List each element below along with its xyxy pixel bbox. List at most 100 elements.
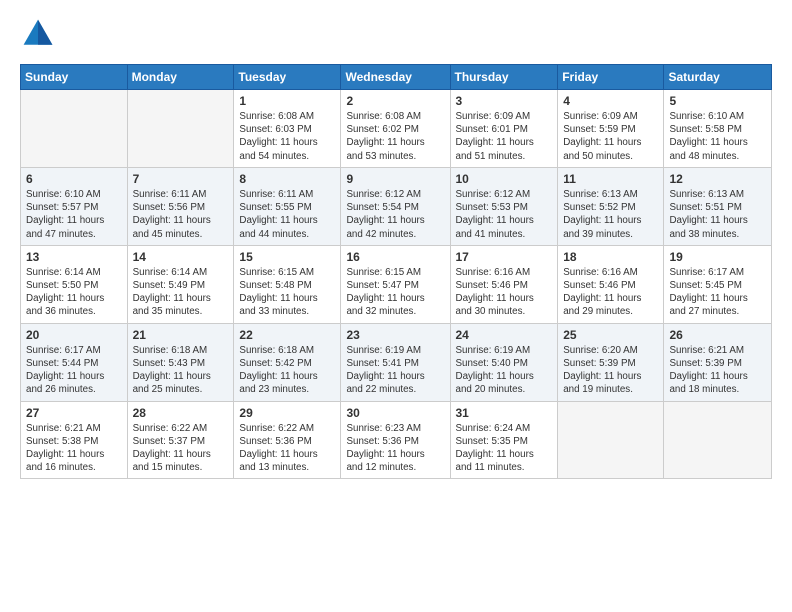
logo-icon	[20, 16, 56, 52]
calendar-cell	[664, 401, 772, 479]
day-info: Sunrise: 6:18 AMSunset: 5:42 PMDaylight:…	[239, 344, 335, 397]
day-number: 9	[346, 172, 444, 186]
calendar-cell: 15 Sunrise: 6:15 AMSunset: 5:48 PMDayligh…	[234, 245, 341, 323]
day-number: 20	[26, 328, 122, 342]
calendar-cell: 6 Sunrise: 6:10 AMSunset: 5:57 PMDaylight…	[21, 167, 128, 245]
day-number: 6	[26, 172, 122, 186]
day-number: 25	[563, 328, 658, 342]
calendar-cell: 20 Sunrise: 6:17 AMSunset: 5:44 PMDayligh…	[21, 323, 128, 401]
weekday-header-thursday: Thursday	[450, 65, 558, 90]
day-number: 17	[456, 250, 553, 264]
day-info: Sunrise: 6:11 AMSunset: 5:55 PMDaylight:…	[239, 188, 335, 241]
calendar-cell: 28 Sunrise: 6:22 AMSunset: 5:37 PMDayligh…	[127, 401, 234, 479]
day-info: Sunrise: 6:13 AMSunset: 5:51 PMDaylight:…	[669, 188, 766, 241]
day-info: Sunrise: 6:17 AMSunset: 5:44 PMDaylight:…	[26, 344, 122, 397]
page: SundayMondayTuesdayWednesdayThursdayFrid…	[0, 0, 792, 612]
day-info: Sunrise: 6:17 AMSunset: 5:45 PMDaylight:…	[669, 266, 766, 319]
calendar-cell: 2 Sunrise: 6:08 AMSunset: 6:02 PMDaylight…	[341, 90, 450, 168]
day-number: 28	[133, 406, 229, 420]
calendar-cell: 31Sunrise: 6:24 AMSunset: 5:35 PMDayligh…	[450, 401, 558, 479]
day-info: Sunrise: 6:15 AMSunset: 5:47 PMDaylight:…	[346, 266, 444, 319]
day-number: 2	[346, 94, 444, 108]
calendar-cell: 16 Sunrise: 6:15 AMSunset: 5:47 PMDayligh…	[341, 245, 450, 323]
day-number: 3	[456, 94, 553, 108]
day-number: 12	[669, 172, 766, 186]
day-number: 15	[239, 250, 335, 264]
calendar-cell	[21, 90, 128, 168]
calendar-cell: 1Sunrise: 6:08 AMSunset: 6:03 PMDaylight…	[234, 90, 341, 168]
day-number: 27	[26, 406, 122, 420]
day-info: Sunrise: 6:12 AMSunset: 5:53 PMDaylight:…	[456, 188, 553, 241]
day-info: Sunrise: 6:09 AMSunset: 6:01 PMDaylight:…	[456, 110, 553, 163]
calendar-cell: 26 Sunrise: 6:21 AMSunset: 5:39 PMDayligh…	[664, 323, 772, 401]
day-info: Sunrise: 6:15 AMSunset: 5:48 PMDaylight:…	[239, 266, 335, 319]
calendar-cell: 4 Sunrise: 6:09 AMSunset: 5:59 PMDaylight…	[558, 90, 664, 168]
day-number: 24	[456, 328, 553, 342]
day-info: Sunrise: 6:14 AMSunset: 5:49 PMDaylight:…	[133, 266, 229, 319]
day-info: Sunrise: 6:20 AMSunset: 5:39 PMDaylight:…	[563, 344, 658, 397]
calendar-cell: 8Sunrise: 6:11 AMSunset: 5:55 PMDaylight…	[234, 167, 341, 245]
calendar-week-row: 1Sunrise: 6:08 AMSunset: 6:03 PMDaylight…	[21, 90, 772, 168]
day-number: 11	[563, 172, 658, 186]
day-info: Sunrise: 6:19 AMSunset: 5:40 PMDaylight:…	[456, 344, 553, 397]
day-number: 7	[133, 172, 229, 186]
day-info: Sunrise: 6:14 AMSunset: 5:50 PMDaylight:…	[26, 266, 122, 319]
calendar-cell: 5 Sunrise: 6:10 AMSunset: 5:58 PMDaylight…	[664, 90, 772, 168]
day-info: Sunrise: 6:09 AMSunset: 5:59 PMDaylight:…	[563, 110, 658, 163]
calendar-cell: 22 Sunrise: 6:18 AMSunset: 5:42 PMDayligh…	[234, 323, 341, 401]
calendar-cell: 27 Sunrise: 6:21 AMSunset: 5:38 PMDayligh…	[21, 401, 128, 479]
calendar-cell: 9 Sunrise: 6:12 AMSunset: 5:54 PMDaylight…	[341, 167, 450, 245]
calendar-week-row: 20 Sunrise: 6:17 AMSunset: 5:44 PMDayligh…	[21, 323, 772, 401]
day-number: 4	[563, 94, 658, 108]
calendar-cell: 17 Sunrise: 6:16 AMSunset: 5:46 PMDayligh…	[450, 245, 558, 323]
calendar-cell: 3 Sunrise: 6:09 AMSunset: 6:01 PMDaylight…	[450, 90, 558, 168]
day-number: 21	[133, 328, 229, 342]
day-info: Sunrise: 6:16 AMSunset: 5:46 PMDaylight:…	[563, 266, 658, 319]
calendar-cell: 21Sunrise: 6:18 AMSunset: 5:43 PMDayligh…	[127, 323, 234, 401]
day-number: 10	[456, 172, 553, 186]
day-info: Sunrise: 6:08 AMSunset: 6:03 PMDaylight:…	[239, 110, 335, 163]
day-info: Sunrise: 6:10 AMSunset: 5:57 PMDaylight:…	[26, 188, 122, 241]
calendar-cell: 14Sunrise: 6:14 AMSunset: 5:49 PMDayligh…	[127, 245, 234, 323]
calendar-cell: 29Sunrise: 6:22 AMSunset: 5:36 PMDayligh…	[234, 401, 341, 479]
calendar-cell: 23Sunrise: 6:19 AMSunset: 5:41 PMDayligh…	[341, 323, 450, 401]
day-info: Sunrise: 6:21 AMSunset: 5:38 PMDaylight:…	[26, 422, 122, 475]
calendar-cell	[127, 90, 234, 168]
weekday-header-friday: Friday	[558, 65, 664, 90]
day-info: Sunrise: 6:21 AMSunset: 5:39 PMDaylight:…	[669, 344, 766, 397]
header	[20, 16, 772, 52]
calendar-week-row: 27 Sunrise: 6:21 AMSunset: 5:38 PMDayligh…	[21, 401, 772, 479]
day-number: 19	[669, 250, 766, 264]
day-number: 30	[346, 406, 444, 420]
calendar-cell	[558, 401, 664, 479]
day-info: Sunrise: 6:22 AMSunset: 5:37 PMDaylight:…	[133, 422, 229, 475]
day-number: 16	[346, 250, 444, 264]
day-number: 18	[563, 250, 658, 264]
weekday-header-wednesday: Wednesday	[341, 65, 450, 90]
day-info: Sunrise: 6:08 AMSunset: 6:02 PMDaylight:…	[346, 110, 444, 163]
day-info: Sunrise: 6:19 AMSunset: 5:41 PMDaylight:…	[346, 344, 444, 397]
calendar-cell: 10 Sunrise: 6:12 AMSunset: 5:53 PMDayligh…	[450, 167, 558, 245]
day-info: Sunrise: 6:22 AMSunset: 5:36 PMDaylight:…	[239, 422, 335, 475]
calendar-week-row: 6 Sunrise: 6:10 AMSunset: 5:57 PMDaylight…	[21, 167, 772, 245]
calendar-cell: 24 Sunrise: 6:19 AMSunset: 5:40 PMDayligh…	[450, 323, 558, 401]
day-info: Sunrise: 6:12 AMSunset: 5:54 PMDaylight:…	[346, 188, 444, 241]
day-number: 31	[456, 406, 553, 420]
calendar-cell: 11Sunrise: 6:13 AMSunset: 5:52 PMDayligh…	[558, 167, 664, 245]
calendar-cell: 19 Sunrise: 6:17 AMSunset: 5:45 PMDayligh…	[664, 245, 772, 323]
weekday-header-row: SundayMondayTuesdayWednesdayThursdayFrid…	[21, 65, 772, 90]
calendar-week-row: 13Sunrise: 6:14 AMSunset: 5:50 PMDayligh…	[21, 245, 772, 323]
weekday-header-sunday: Sunday	[21, 65, 128, 90]
weekday-header-saturday: Saturday	[664, 65, 772, 90]
calendar-cell: 25 Sunrise: 6:20 AMSunset: 5:39 PMDayligh…	[558, 323, 664, 401]
day-number: 22	[239, 328, 335, 342]
day-number: 5	[669, 94, 766, 108]
calendar-table: SundayMondayTuesdayWednesdayThursdayFrid…	[20, 64, 772, 479]
calendar-cell: 30Sunrise: 6:23 AMSunset: 5:36 PMDayligh…	[341, 401, 450, 479]
calendar-cell: 18 Sunrise: 6:16 AMSunset: 5:46 PMDayligh…	[558, 245, 664, 323]
day-info: Sunrise: 6:10 AMSunset: 5:58 PMDaylight:…	[669, 110, 766, 163]
weekday-header-tuesday: Tuesday	[234, 65, 341, 90]
day-number: 26	[669, 328, 766, 342]
day-info: Sunrise: 6:16 AMSunset: 5:46 PMDaylight:…	[456, 266, 553, 319]
calendar-cell: 12 Sunrise: 6:13 AMSunset: 5:51 PMDayligh…	[664, 167, 772, 245]
